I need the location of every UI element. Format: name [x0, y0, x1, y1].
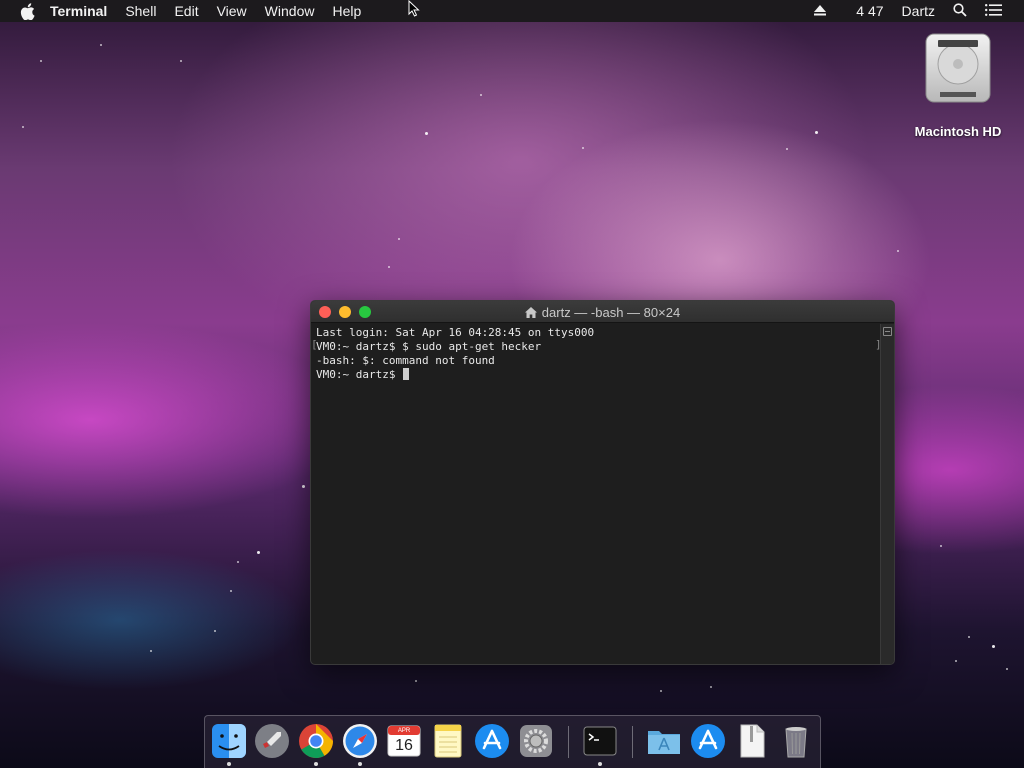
dock: APR 16 — [204, 715, 821, 768]
menubar-clock[interactable]: 4 47 — [856, 3, 883, 19]
launchpad-rocket-icon — [255, 724, 289, 758]
dock-system-preferences[interactable] — [517, 722, 555, 760]
menubar-user[interactable]: Dartz — [902, 3, 935, 19]
dock-applications-folder[interactable] — [645, 722, 683, 760]
calendar-day: 16 — [395, 737, 413, 754]
app-store-icon — [475, 724, 509, 758]
mouse-pointer-icon — [408, 0, 420, 22]
desktop-icon-label: Macintosh HD — [914, 124, 1002, 139]
dock-app-store-stack[interactable] — [689, 722, 727, 760]
dock-calendar[interactable]: APR 16 — [385, 722, 423, 760]
spotlight-search-icon[interactable] — [953, 2, 967, 20]
menu-help[interactable]: Help — [332, 3, 361, 19]
terminal-line: VM0:~ dartz$ $ sudo apt-get hecker — [316, 340, 542, 353]
running-indicator — [227, 762, 231, 766]
menu-edit[interactable]: Edit — [174, 3, 198, 19]
gear-icon — [520, 725, 552, 757]
scrollbar[interactable] — [880, 324, 894, 664]
split-pane-button[interactable] — [883, 327, 892, 336]
running-indicator — [598, 762, 602, 766]
terminal-prompt-line: VM0:~ dartz$ — [316, 368, 875, 382]
trash-icon — [785, 727, 807, 758]
bracket-mark-left: [ — [311, 338, 318, 351]
dock-notes[interactable] — [429, 722, 467, 760]
terminal-output[interactable]: Last login: Sat Apr 16 04:28:45 on ttys0… — [311, 324, 880, 664]
terminal-icon — [583, 726, 617, 756]
menu-window[interactable]: Window — [265, 3, 315, 19]
dock-terminal[interactable] — [581, 722, 619, 766]
menu-bar: Terminal Shell Edit View Window Help 4 4… — [0, 0, 1024, 22]
safari-compass-icon — [343, 724, 377, 758]
window-title-text: dartz — -bash — 80×24 — [541, 305, 681, 320]
applications-folder-icon — [648, 731, 680, 754]
terminal-window[interactable]: dartz — -bash — 80×24 Last login: Sat Ap… — [310, 300, 895, 665]
dock-trash[interactable] — [777, 722, 815, 760]
dock-separator — [568, 726, 569, 758]
terminal-titlebar[interactable]: dartz — -bash — 80×24 — [311, 301, 894, 323]
zip-file-icon — [740, 724, 765, 758]
app-store-icon — [691, 724, 725, 758]
eject-icon[interactable] — [814, 3, 827, 19]
dock-safari[interactable] — [341, 722, 379, 766]
terminal-line: Last login: Sat Apr 16 04:28:45 on ttys0… — [316, 326, 595, 339]
calendar-month: APR — [397, 728, 411, 734]
running-indicator — [358, 762, 362, 766]
notification-center-icon[interactable] — [985, 3, 1002, 19]
dock-zip-document[interactable] — [733, 722, 771, 760]
desktop-icon-macintosh-hd[interactable]: Macintosh HD — [910, 32, 1006, 139]
dock-launchpad[interactable] — [253, 722, 291, 760]
terminal-prompt: VM0:~ dartz$ — [316, 368, 403, 381]
dock-separator — [632, 726, 633, 758]
dock-finder[interactable] — [210, 722, 248, 766]
hard-drive-icon — [922, 32, 994, 106]
running-indicator — [314, 762, 318, 766]
menu-view[interactable]: View — [217, 3, 247, 19]
dock-app-store[interactable] — [473, 722, 511, 760]
menu-shell[interactable]: Shell — [125, 3, 156, 19]
terminal-line: -bash: $: command not found — [316, 354, 495, 367]
home-folder-icon — [524, 306, 537, 321]
dock-chrome[interactable] — [297, 722, 335, 766]
window-title: dartz — -bash — 80×24 — [311, 305, 894, 321]
finder-icon — [212, 724, 246, 758]
menu-app-name[interactable]: Terminal — [50, 3, 107, 19]
chrome-icon — [299, 724, 333, 758]
text-cursor — [403, 368, 410, 380]
notes-icon — [434, 724, 462, 758]
apple-menu-icon[interactable] — [18, 2, 36, 20]
